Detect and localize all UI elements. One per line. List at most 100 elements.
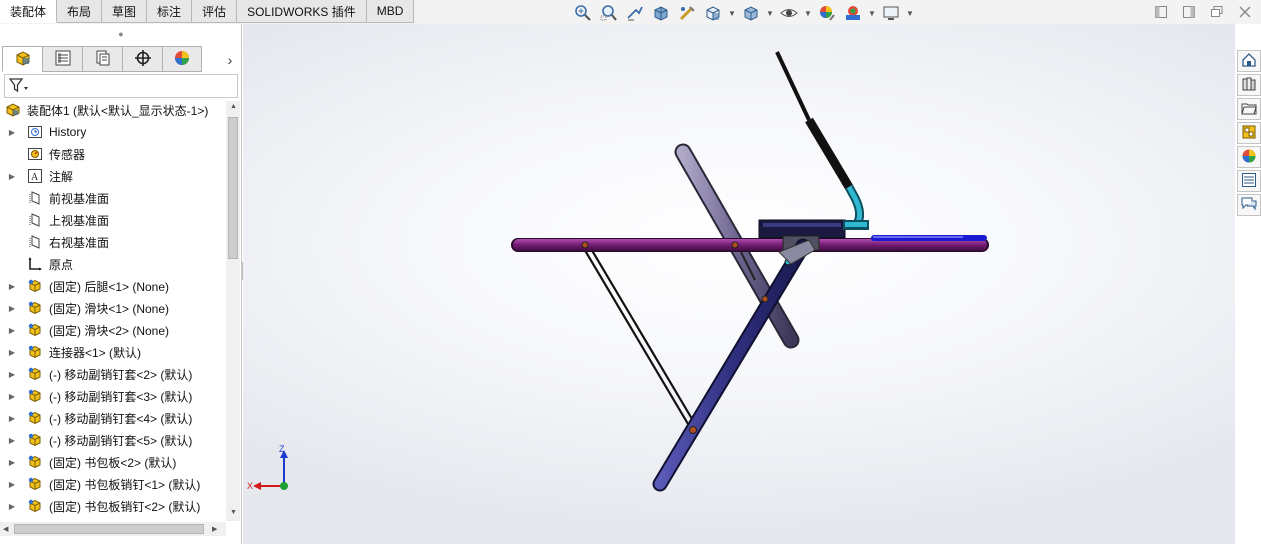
tree-filter[interactable] [4,74,238,98]
scroll-down-icon[interactable]: ▼ [230,509,237,516]
expand-arrow-icon[interactable]: ▶ [6,280,18,292]
apply-scene-icon[interactable] [842,3,864,23]
task-pane-custom-properties[interactable] [1237,170,1261,192]
handle-part[interactable] [775,51,869,230]
apply-scene-dropdown-icon[interactable]: ▼ [868,3,876,23]
tile-left-icon[interactable] [1153,4,1169,20]
tree-item[interactable]: 上视基准面 [0,209,226,231]
close-window-icon[interactable] [1237,4,1253,20]
view-settings-icon[interactable] [880,3,902,23]
tree-item[interactable]: ▶ 连接器<1> (默认) [0,341,226,363]
expand-arrow-icon[interactable]: ▶ [6,324,18,336]
tab-property-manager[interactable] [42,46,82,72]
support-rods-part[interactable] [582,246,699,430]
scroll-left-icon[interactable]: ◀ [3,525,8,533]
previous-view-icon[interactable] [624,3,646,23]
view-orientation-dropdown-icon[interactable]: ▼ [728,3,736,23]
tree-vertical-scroll-thumb[interactable] [228,117,238,259]
restore-window-icon[interactable] [1209,4,1225,20]
view-settings-dropdown-icon[interactable]: ▼ [906,3,914,23]
task-pane-design-library[interactable] [1237,74,1261,96]
task-pane-appearances[interactable] [1237,146,1261,168]
task-pane-resources[interactable] [1237,50,1261,72]
expand-arrow-icon[interactable]: ▶ [6,434,18,446]
expand-arrow-icon[interactable]: ▶ [6,170,18,182]
slider-part[interactable] [871,235,987,241]
scroll-right-icon[interactable]: ▶ [212,525,217,533]
expand-arrow-icon[interactable]: ▶ [6,478,18,490]
tab-6[interactable]: MBD [366,0,415,23]
tab-2[interactable]: 草图 [102,0,148,23]
hide-show-items-icon[interactable] [778,3,800,23]
tab-5[interactable]: SOLIDWORKS 插件 [237,0,367,23]
part-icon [26,409,44,427]
assembly-model[interactable] [243,24,1235,544]
tab-1[interactable]: 布局 [57,0,103,23]
tree-item[interactable]: ▶ (固定) 书包板销钉<1> (默认) [0,473,226,495]
expand-arrow-icon[interactable]: ▶ [6,500,18,512]
tab-4[interactable]: 评估 [192,0,238,23]
display-style-icon[interactable] [740,3,762,23]
tab-3[interactable]: 标注 [147,0,193,23]
tile-right-icon[interactable] [1181,4,1197,20]
tree-item[interactable]: 原点 [0,253,226,275]
tree-horizontal-scroll-thumb[interactable] [14,524,204,534]
part-icon [26,497,44,515]
tree-item[interactable]: 传感器 [0,143,226,165]
front-leg-part[interactable] [652,238,811,492]
tree-item[interactable]: 装配体1 (默认<默认_显示状态-1>) [0,99,226,121]
expand-arrow-icon[interactable]: ▶ [6,302,18,314]
panel-grip-icon[interactable]: ● [0,24,242,44]
tab-configuration-manager[interactable] [82,46,122,72]
tree-item-label: 连接器<1> (默认) [49,345,142,360]
section-view-icon[interactable] [650,3,672,23]
task-pane-file-explorer[interactable] [1237,98,1261,120]
tree-item[interactable]: ▶ (固定) 后腿<1> (None) [0,275,226,297]
tree-item[interactable]: 右视基准面 [0,231,226,253]
appearances-icon [1241,148,1257,167]
expand-arrow-icon[interactable]: ▶ [6,368,18,380]
part-icon [26,365,44,383]
task-pane-view-palette[interactable] [1237,122,1261,144]
triad-x-label: X [247,481,253,491]
tab-display-manager[interactable] [162,46,202,72]
hide-show-dropdown-icon[interactable]: ▼ [804,3,812,23]
tab-feature-manager[interactable] [2,46,42,72]
tree-item[interactable]: ▶ (固定) 书包板<2> (默认) [0,451,226,473]
tree-vertical-scrollbar[interactable]: ▲ ▼ [226,101,240,521]
zoom-to-area-icon[interactable] [598,3,620,23]
tree-item[interactable]: ▶ (固定) 滑块<2> (None) [0,319,226,341]
view-orientation-icon[interactable] [702,3,724,23]
graphics-viewport[interactable]: Z X [243,24,1235,544]
display-style-dropdown-icon[interactable]: ▼ [766,3,774,23]
tree-item[interactable]: ▶ (-) 移动副销钉套<3> (默认) [0,385,226,407]
expand-arrow-icon[interactable]: ▶ [6,456,18,468]
expand-arrow-icon[interactable]: ▶ [6,346,18,358]
dimxpert-manager-icon [134,49,152,70]
expand-arrow-icon[interactable]: ▶ [6,126,18,138]
tree-item-label: 原点 [49,257,74,272]
tree-item-label: (固定) 滑块<1> (None) [49,301,170,316]
more-tabs-chevron-icon[interactable]: › [222,50,238,70]
tree-horizontal-scrollbar[interactable]: ◀ ▶ [0,522,226,536]
tree-item[interactable]: ▶ (-) 移动副销钉套<2> (默认) [0,363,226,385]
tab-0[interactable]: 装配体 [0,0,58,23]
filter-icon[interactable] [8,77,29,96]
expand-arrow-icon[interactable]: ▶ [6,390,18,402]
scroll-up-icon[interactable]: ▲ [230,103,237,110]
tree-item[interactable]: ▶ History [0,121,226,143]
tree-item[interactable]: ▶ (固定) 滑块<1> (None) [0,297,226,319]
zoom-to-fit-icon[interactable] [572,3,594,23]
tab-dimxpert-manager[interactable] [122,46,162,72]
tree-item[interactable]: 前视基准面 [0,187,226,209]
tree-item[interactable]: ▶ A 注解 [0,165,226,187]
dynamic-annotation-icon[interactable] [676,3,698,23]
tree-item[interactable]: ▶ (-) 移动副销钉套<5> (默认) [0,429,226,451]
task-pane-forum[interactable] [1237,194,1261,216]
tree-item-label: (-) 移动副销钉套<4> (默认) [49,411,193,426]
expand-arrow-icon[interactable]: ▶ [6,412,18,424]
edit-appearance-icon[interactable] [816,3,838,23]
tree-item[interactable]: ▶ (-) 移动副销钉套<4> (默认) [0,407,226,429]
tree-item[interactable]: ▶ (固定) 书包板销钉<2> (默认) [0,495,226,517]
